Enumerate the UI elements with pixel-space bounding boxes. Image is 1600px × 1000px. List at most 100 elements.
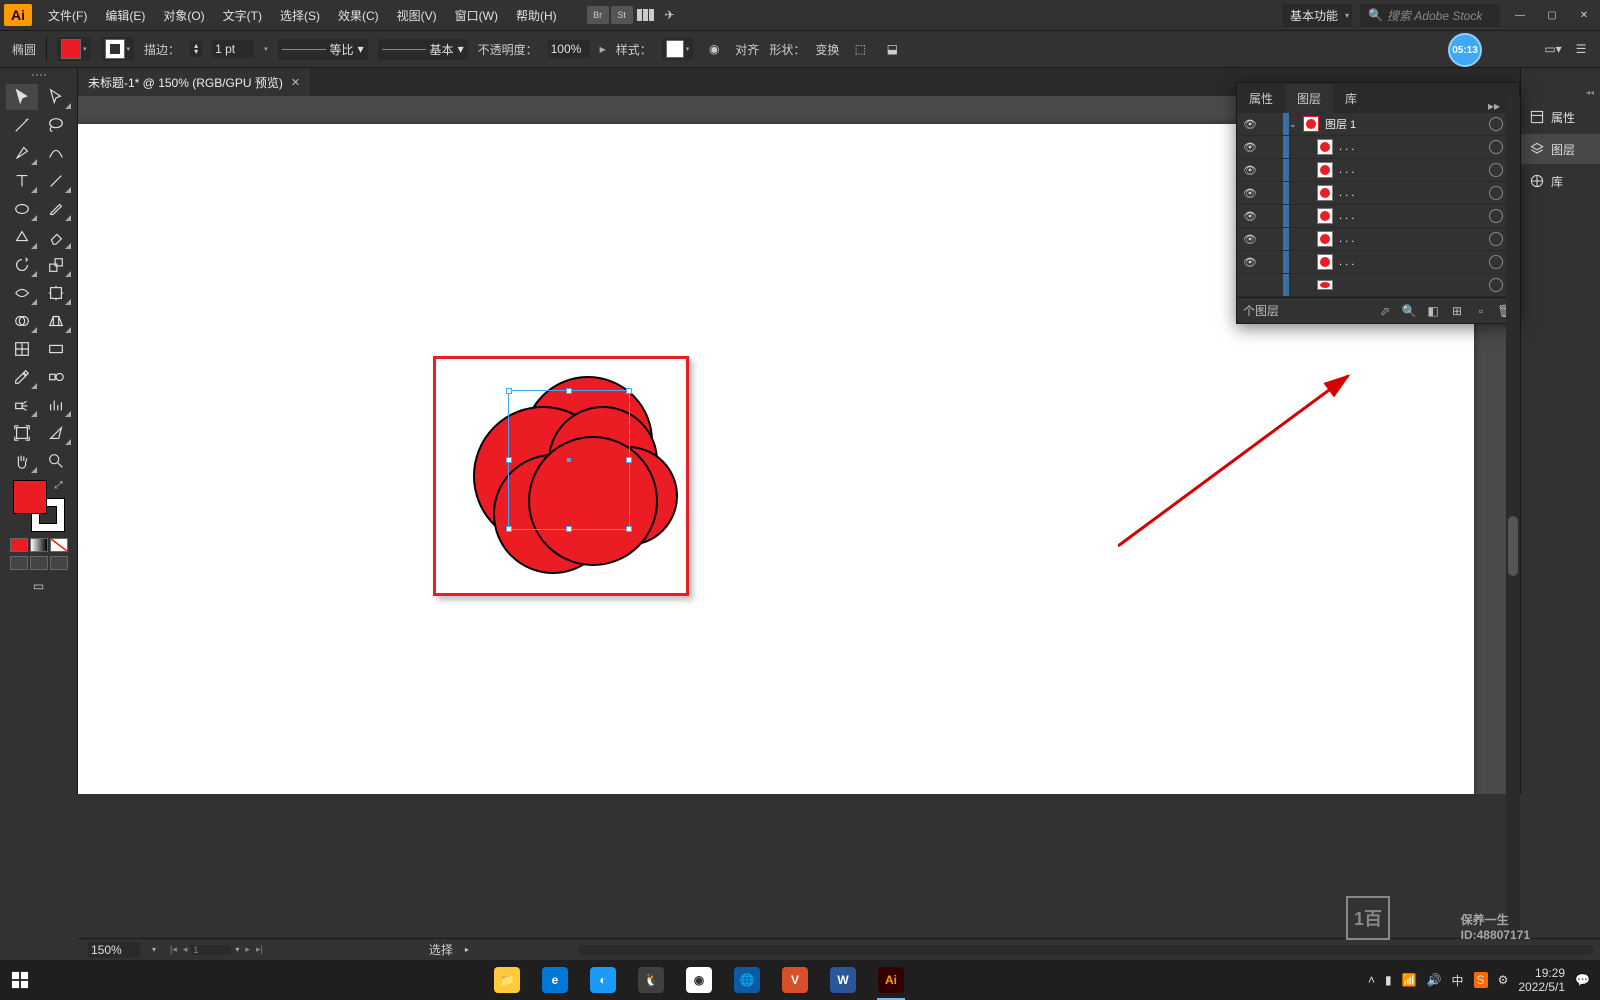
prefs-icon[interactable]: ▭▾	[1542, 38, 1564, 60]
tab-close-icon[interactable]: ✕	[291, 76, 300, 89]
panel-tab-properties[interactable]: 属性	[1237, 84, 1285, 113]
shape-builder-tool[interactable]	[6, 308, 38, 334]
direct-selection-tool[interactable]	[40, 84, 72, 110]
tray-battery-icon[interactable]: ▮	[1385, 973, 1392, 987]
taskbar-qq-icon[interactable]: 🐧	[629, 960, 673, 1000]
menu-object[interactable]: 对象(O)	[155, 3, 212, 28]
minimize-button[interactable]: —	[1508, 6, 1532, 24]
stroke-swatch[interactable]: ▾	[101, 37, 135, 61]
ellipse-tool[interactable]	[6, 196, 38, 222]
draw-normal-icon[interactable]	[10, 556, 28, 570]
isolate-icon[interactable]: ⬚	[849, 38, 871, 60]
artboard-number-input[interactable]: 1	[191, 945, 231, 955]
locate-object-icon[interactable]: ⬀	[1377, 304, 1393, 318]
taskbar-edge2-icon[interactable]: 🌐	[725, 960, 769, 1000]
artboard-tool[interactable]	[6, 420, 38, 446]
solid-color-button[interactable]	[10, 538, 28, 552]
menu-type[interactable]: 文字(T)	[215, 3, 270, 28]
arrange-documents-icon[interactable]	[635, 4, 657, 26]
menu-window[interactable]: 窗口(W)	[447, 3, 506, 28]
zoom-input[interactable]	[88, 942, 140, 958]
gpu-icon[interactable]: ✈	[659, 4, 681, 26]
fill-stroke-swatches[interactable]: ⤢	[13, 480, 65, 532]
panel-menu-icon[interactable]: ☰	[1570, 38, 1592, 60]
document-tab[interactable]: 未标题-1* @ 150% (RGB/GPU 预览) ✕	[78, 68, 310, 96]
taskbar-chrome-icon[interactable]: ◉	[677, 960, 721, 1000]
tray-chevron-icon[interactable]: ˄	[1368, 973, 1375, 987]
first-artboard-icon[interactable]: |◂	[168, 944, 179, 955]
layer-sub-row[interactable]: 👁. . .	[1237, 205, 1519, 228]
stock-icon[interactable]: St	[611, 6, 633, 24]
visibility-toggle-icon[interactable]: 👁	[1237, 233, 1263, 246]
taskbar-explorer-icon[interactable]: 📁	[485, 960, 529, 1000]
layer-sub-row[interactable]: 👁. . .	[1237, 136, 1519, 159]
close-button[interactable]: ✕	[1572, 6, 1596, 24]
visibility-toggle-icon[interactable]: 👁	[1237, 118, 1263, 131]
workspace-switcher[interactable]: 基本功能	[1282, 4, 1352, 27]
swap-colors-icon[interactable]: ⤢	[55, 480, 63, 491]
magic-wand-tool[interactable]	[6, 112, 38, 138]
menu-edit[interactable]: 编辑(E)	[97, 3, 153, 28]
mesh-tool[interactable]	[6, 336, 38, 362]
visibility-toggle-icon[interactable]: 👁	[1237, 187, 1263, 200]
search-stock-input[interactable]: 🔍 搜索 Adobe Stock	[1360, 4, 1500, 27]
lasso-tool[interactable]	[40, 112, 72, 138]
zoom-tool[interactable]	[40, 448, 72, 474]
taskbar-illustrator-icon[interactable]: Ai	[869, 960, 913, 1000]
properties-panel-tab[interactable]: 属性	[1521, 102, 1600, 132]
tray-notifications-icon[interactable]: 💬	[1575, 973, 1590, 987]
isolate-group-icon[interactable]: ⬓	[881, 38, 903, 60]
next-artboard-icon[interactable]: ▸	[243, 944, 252, 955]
panel-collapse-icon[interactable]: ▸▸	[1488, 99, 1500, 113]
pen-tool[interactable]	[6, 140, 38, 166]
fill-swatch[interactable]: ▾	[57, 37, 91, 61]
layer-sub-row[interactable]: 👁. . .	[1237, 228, 1519, 251]
eyedropper-tool[interactable]	[6, 364, 38, 390]
width-tool[interactable]	[6, 280, 38, 306]
visibility-toggle-icon[interactable]: 👁	[1237, 210, 1263, 223]
layer-name[interactable]: 图层 1	[1325, 116, 1489, 132]
layer-sub-row[interactable]: 👁. . .	[1237, 182, 1519, 205]
width-profile-dropdown[interactable]: 等比▾	[278, 39, 368, 60]
hand-tool[interactable]	[6, 448, 38, 474]
eraser-tool[interactable]	[40, 224, 72, 250]
start-button[interactable]	[0, 960, 40, 1000]
taskbar-word-icon[interactable]: W	[821, 960, 865, 1000]
symbol-sprayer-tool[interactable]	[6, 392, 38, 418]
target-icon[interactable]	[1489, 117, 1503, 131]
style-dropdown[interactable]: ▾	[662, 38, 694, 60]
taskbar-edge-icon[interactable]: e	[533, 960, 577, 1000]
gradient-tool[interactable]	[40, 336, 72, 362]
taskbar-wps-icon[interactable]: V	[773, 960, 817, 1000]
make-clip-mask-icon[interactable]: ◧	[1425, 304, 1441, 318]
tray-clock[interactable]: 19:29 2022/5/1	[1518, 966, 1565, 995]
line-segment-tool[interactable]	[40, 168, 72, 194]
tray-volume-icon[interactable]: 🔊	[1427, 973, 1442, 987]
prev-artboard-icon[interactable]: ◂	[181, 944, 190, 955]
recolor-artwork-icon[interactable]: ◉	[703, 38, 725, 60]
taskbar-app1-icon[interactable]: ◐	[581, 960, 625, 1000]
panel-tab-layers[interactable]: 图层	[1285, 84, 1333, 113]
draw-behind-icon[interactable]	[30, 556, 48, 570]
layers-panel-tab[interactable]: 图层	[1521, 134, 1600, 164]
free-transform-tool[interactable]	[40, 280, 72, 306]
horizontal-scrollbar[interactable]	[578, 945, 1594, 955]
draw-inside-icon[interactable]	[50, 556, 68, 570]
brush-def-dropdown[interactable]: 基本▾	[378, 39, 468, 60]
maximize-button[interactable]: ▢	[1540, 6, 1564, 24]
stroke-stepper[interactable]: ▴▾	[190, 41, 202, 56]
type-tool[interactable]	[6, 168, 38, 194]
opacity-chevron-icon[interactable]: ▶	[600, 45, 606, 54]
fill-color-swatch[interactable]	[13, 480, 47, 514]
layer-sub-row[interactable]: 👁. . .	[1237, 159, 1519, 182]
stroke-weight-input[interactable]	[212, 40, 254, 58]
gradient-button[interactable]	[30, 538, 48, 552]
transform-label[interactable]: 变换	[815, 41, 839, 58]
visibility-toggle-icon[interactable]: 👁	[1237, 141, 1263, 154]
align-label[interactable]: 对齐	[735, 41, 759, 58]
scale-tool[interactable]	[40, 252, 72, 278]
tray-settings-icon[interactable]: ⚙	[1498, 973, 1509, 987]
new-layer-icon[interactable]: ▫	[1473, 304, 1489, 318]
tray-wifi-icon[interactable]: 📶	[1402, 973, 1417, 987]
menu-select[interactable]: 选择(S)	[272, 3, 328, 28]
